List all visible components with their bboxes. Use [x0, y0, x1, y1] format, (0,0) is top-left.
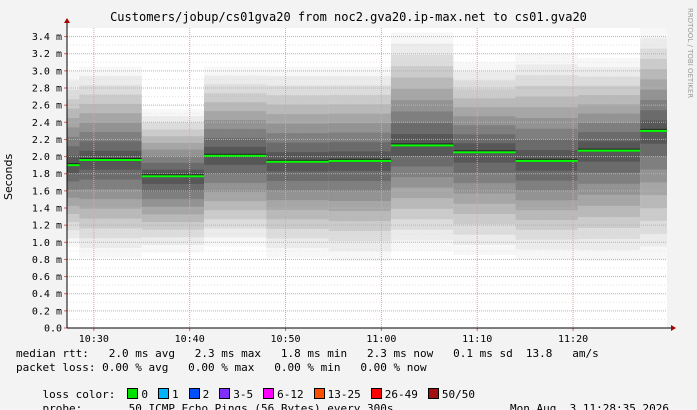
y-tick-label: 0.4 m: [32, 289, 62, 300]
chart-title: Customers/jobup/cs01gva20 from noc2.gva2…: [110, 10, 587, 24]
y-tick-label: 1.0 m: [32, 238, 62, 249]
y-tick-label: 1.4 m: [32, 204, 62, 215]
y-tick-label: 1.2 m: [32, 221, 62, 232]
y-tick-label: 2.8 m: [32, 84, 62, 95]
x-tick-label: 10:50: [270, 334, 300, 345]
x-tick-label: 10:30: [79, 334, 109, 345]
y-tick-label: 1.6 m: [32, 186, 62, 197]
x-tick-label: 11:10: [462, 334, 492, 345]
smoke-band: [640, 120, 667, 144]
legend-probe: probe: 50 ICMP Echo Pings (56 Bytes) eve…: [16, 389, 683, 410]
y-tick-label: 3.4 m: [32, 32, 62, 43]
y-tick-label: 2.6 m: [32, 101, 62, 112]
legend-median-rtt: median rtt: 2.0 ms avg 2.3 ms max 1.8 ms…: [16, 347, 599, 360]
y-tick-label: 2.4 m: [32, 118, 62, 129]
y-axis-label: Seconds: [2, 153, 15, 200]
x-axis-arrow: [671, 325, 676, 331]
legend-packet-loss: packet loss: 0.00 % avg 0.00 % max 0.00 …: [16, 361, 427, 374]
y-tick-label: 1.8 m: [32, 169, 62, 180]
x-tick-label: 11:20: [558, 334, 588, 345]
y-tick-label: 3.2 m: [32, 49, 62, 60]
y-tick-label: 2.0 m: [32, 152, 62, 163]
y-tick-label: 0.0: [44, 324, 62, 335]
rrdtool-credit: RRDTOOL / TOBI OETIKER: [686, 8, 694, 99]
graph-date: Mon Aug 3 11:28:35 2026: [510, 402, 669, 410]
x-tick-label: 11:00: [366, 334, 396, 345]
y-tick-label: 3.0 m: [32, 66, 62, 77]
y-tick-label: 0.8 m: [32, 255, 62, 266]
y-tick-label: 0.6 m: [32, 272, 62, 283]
probe-text: probe: 50 ICMP Echo Pings (56 Bytes) eve…: [42, 402, 394, 410]
x-tick-label: 10:40: [175, 334, 205, 345]
y-tick-label: 2.2 m: [32, 135, 62, 146]
y-tick-label: 0.2 m: [32, 306, 62, 317]
smokeping-graph: 0.0 0.2 m 0.4 m 0.6 m 0.8 m 1.0 m 1.2 m 1.4 m 1.…: [0, 0, 697, 410]
